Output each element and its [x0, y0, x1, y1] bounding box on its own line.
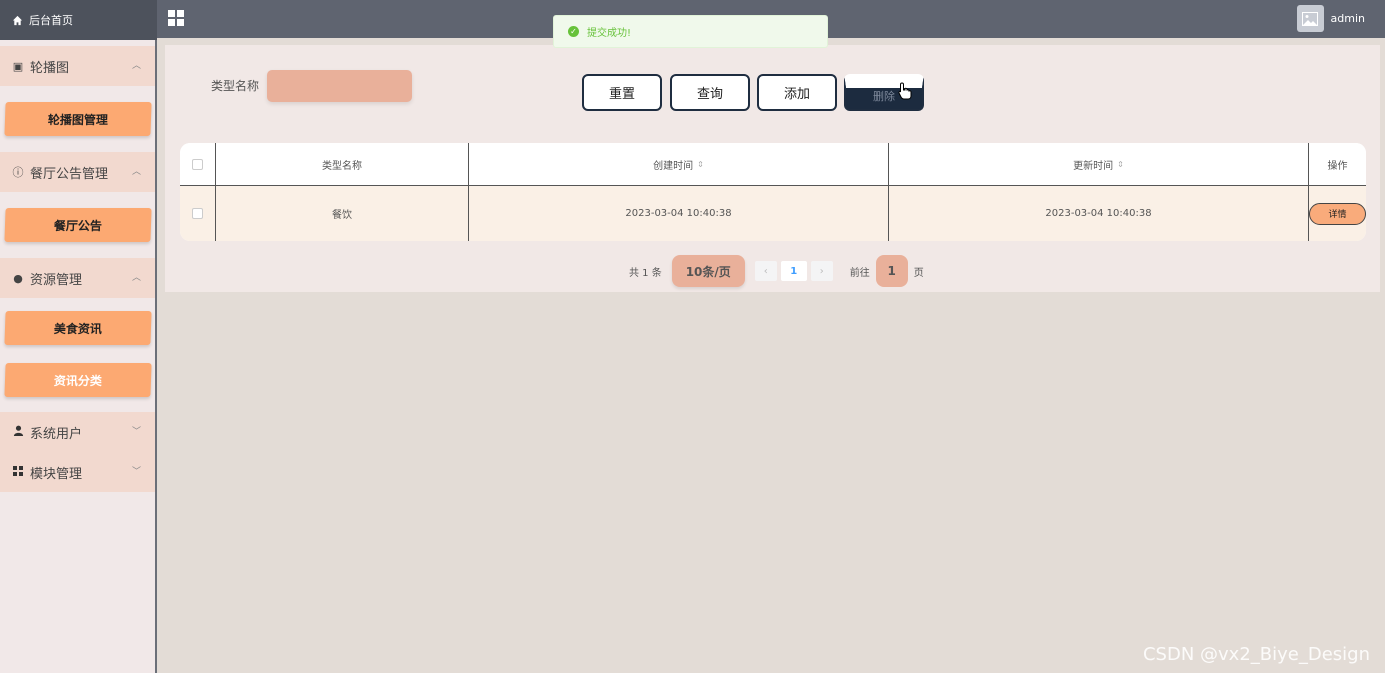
table-row[interactable]: 餐饮 2023-03-04 10:40:38 2023-03-04 10:40:…: [180, 186, 1366, 241]
prev-page-button[interactable]: ‹: [754, 261, 777, 281]
detail-button[interactable]: 详情: [1309, 202, 1366, 225]
cell-actions: 详情: [1309, 186, 1366, 241]
sidebar-group-label: 资源管理: [30, 272, 83, 288]
column-header-created[interactable]: 创建时间 ⇕: [469, 143, 889, 185]
goto-label: 前往: [849, 267, 870, 279]
sidebar-group-system-users[interactable]: 系统用户 ﹀: [0, 412, 155, 452]
success-toast: ✓ 提交成功!: [553, 15, 828, 48]
image-placeholder-icon: [1302, 11, 1319, 26]
sort-icon[interactable]: ⇕: [697, 160, 704, 169]
data-table: 类型名称 创建时间 ⇕ 更新时间 ⇕ 操作 餐饮 2023-03-04 10:40:…: [180, 143, 1366, 241]
menu-grid-icon[interactable]: [168, 10, 184, 26]
toast-message: 提交成功!: [587, 28, 632, 39]
sidebar-item-food-news[interactable]: 美食资讯: [3, 311, 152, 345]
content-panel: 类型名称 重置 查询 添加 删除 类型名称 创建时间 ⇕ 更新时间 ⇕ 操作 餐饮 …: [165, 45, 1380, 292]
sidebar: ▣ 轮播图 ︿ 轮播图管理 ⓘ 餐厅公告管理 ︿ 餐厅公告 ● 资源管理 ︿ 美…: [0, 40, 157, 673]
sidebar-group-carousel[interactable]: ▣ 轮播图 ︿: [0, 46, 155, 86]
total-count: 共 1 条: [629, 267, 662, 279]
query-button[interactable]: 查询: [670, 74, 750, 111]
user-menu[interactable]: admin: [1296, 5, 1365, 32]
chevron-up-icon: ︿: [131, 61, 141, 71]
hand-cursor-icon: [898, 82, 912, 100]
grid-icon: [12, 465, 24, 479]
type-name-input[interactable]: [267, 70, 412, 102]
sidebar-group-notice[interactable]: ⓘ 餐厅公告管理 ︿: [0, 152, 155, 192]
info-icon: ⓘ: [12, 166, 24, 179]
sidebar-group-label: 系统用户: [30, 426, 83, 442]
cell-created-time: 2023-03-04 10:40:38: [469, 186, 889, 241]
home-icon: [12, 15, 23, 25]
goto-suffix: 页: [913, 267, 924, 279]
select-all-cell: [180, 143, 216, 185]
chevron-down-icon: ﹀: [131, 467, 141, 477]
user-name: admin: [1330, 12, 1365, 25]
table-header: 类型名称 创建时间 ⇕ 更新时间 ⇕ 操作: [180, 143, 1366, 186]
avatar: [1296, 5, 1324, 32]
chevron-up-icon: ︿: [131, 167, 141, 177]
page-size-select[interactable]: 10条/页: [671, 255, 745, 287]
reset-button[interactable]: 重置: [582, 74, 662, 111]
search-label: 类型名称: [211, 79, 260, 93]
next-page-button[interactable]: ›: [810, 261, 833, 281]
cell-type-name: 餐饮: [216, 186, 469, 241]
sidebar-group-label: 餐厅公告管理: [30, 166, 109, 182]
home-label: 后台首页: [29, 14, 73, 27]
goto-page-input[interactable]: 1: [875, 255, 908, 287]
watermark: CSDN @vx2_Biye_Design: [1142, 644, 1370, 665]
page-number[interactable]: 1: [780, 261, 807, 281]
check-circle-icon: ✓: [568, 26, 579, 37]
sidebar-item-news-category[interactable]: 资讯分类: [3, 363, 152, 397]
sidebar-group-label: 轮播图: [30, 60, 70, 76]
home-link[interactable]: 后台首页: [0, 0, 157, 40]
sidebar-item-carousel-manage[interactable]: 轮播图管理: [3, 102, 152, 136]
column-header-actions: 操作: [1327, 160, 1348, 172]
add-button[interactable]: 添加: [757, 74, 837, 111]
sort-icon[interactable]: ⇕: [1117, 160, 1124, 169]
column-header-updated[interactable]: 更新时间 ⇕: [889, 143, 1309, 185]
delete-button[interactable]: 删除: [844, 74, 924, 111]
sidebar-item-notice[interactable]: 餐厅公告: [3, 208, 152, 242]
cell-updated-time: 2023-03-04 10:40:38: [889, 186, 1309, 241]
sidebar-group-resources[interactable]: ● 资源管理 ︿: [0, 258, 155, 298]
sidebar-group-modules[interactable]: 模块管理 ﹀: [0, 452, 155, 492]
select-all-checkbox[interactable]: [192, 158, 203, 170]
column-header-type-name: 类型名称: [216, 143, 469, 185]
row-select-cell: [180, 186, 216, 241]
chevron-up-icon: ︿: [131, 273, 141, 283]
row-checkbox[interactable]: [192, 208, 203, 219]
location-icon: ●: [13, 271, 23, 285]
image-icon: ▣: [12, 59, 24, 73]
user-icon: [12, 425, 24, 439]
sidebar-group-label: 模块管理: [30, 466, 83, 482]
pagination: 共 1 条 10条/页 ‹ 1 › 前往 1 页: [629, 255, 924, 287]
chevron-down-icon: ﹀: [131, 427, 141, 437]
